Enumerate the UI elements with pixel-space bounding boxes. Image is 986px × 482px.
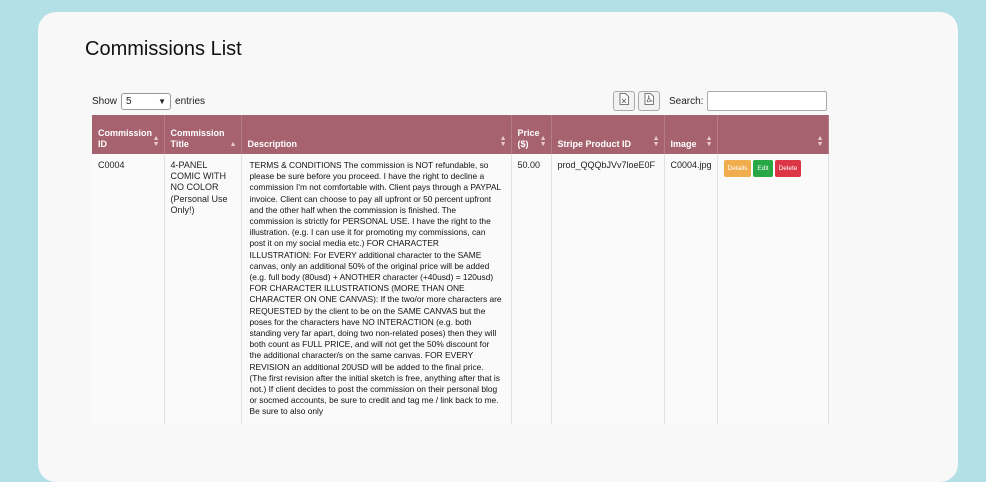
column-header-image[interactable]: Image ▲ ▼ xyxy=(664,115,718,154)
cell-commission-title: 4-PANEL COMIC WITH NO COLOR (Personal Us… xyxy=(164,154,242,424)
table-row: C0004 4-PANEL COMIC WITH NO COLOR (Perso… xyxy=(92,154,829,424)
edit-button[interactable]: Edit xyxy=(753,160,773,178)
commissions-table: Commission ID ▲ ▼ Commission Title ▲ Descri… xyxy=(92,115,829,424)
chevron-down-icon: ▼ xyxy=(158,97,167,106)
cell-actions: Details Edit Delete xyxy=(717,154,829,424)
sort-icon: ▲ ▼ xyxy=(705,135,713,148)
excel-file-icon xyxy=(619,92,629,110)
sort-icon: ▲ ▼ xyxy=(816,135,824,148)
cell-stripe-product-id: prod_QQQbJVv7loeE0F xyxy=(551,154,665,424)
column-header-stripe-product-id[interactable]: Stripe Product ID ▲ ▼ xyxy=(551,115,665,154)
page-title: Commissions List xyxy=(85,38,242,60)
cell-price: 50.00 xyxy=(511,154,552,424)
sort-icon: ▲ ▼ xyxy=(539,135,547,148)
column-header-commission-title[interactable]: Commission Title ▲ xyxy=(164,115,242,154)
sort-icon: ▲ xyxy=(229,141,237,148)
sort-icon: ▲ ▼ xyxy=(652,135,660,148)
cell-description: TERMS & CONDITIONS The commission is NOT… xyxy=(241,154,512,424)
length-control: Show 5 ▼ entries xyxy=(92,93,205,110)
entries-label: entries xyxy=(175,96,206,107)
search-input[interactable] xyxy=(707,91,827,111)
column-header-actions[interactable]: ▲ ▼ xyxy=(717,115,829,154)
details-button[interactable]: Details xyxy=(723,160,752,178)
show-label: Show xyxy=(92,96,118,107)
search-label: Search: xyxy=(669,96,704,107)
cell-commission-id: C0004 xyxy=(92,154,165,424)
table-header-row: Commission ID ▲ ▼ Commission Title ▲ Descri… xyxy=(92,115,829,154)
delete-button[interactable]: Delete xyxy=(774,160,802,178)
sort-icon: ▲ ▼ xyxy=(152,135,160,148)
export-excel-button[interactable] xyxy=(613,91,635,111)
cell-image: C0004.jpg xyxy=(664,154,718,424)
column-header-description[interactable]: Description ▲ ▼ xyxy=(241,115,512,154)
pdf-file-icon xyxy=(644,92,654,110)
export-pdf-button[interactable] xyxy=(638,91,660,111)
entries-select-value: 5 xyxy=(126,96,132,107)
column-header-commission-id[interactable]: Commission ID ▲ ▼ xyxy=(92,115,165,154)
entries-select[interactable]: 5 ▼ xyxy=(121,93,172,110)
sort-icon: ▲ ▼ xyxy=(499,135,507,148)
column-header-price[interactable]: Price ($) ▲ ▼ xyxy=(511,115,552,154)
